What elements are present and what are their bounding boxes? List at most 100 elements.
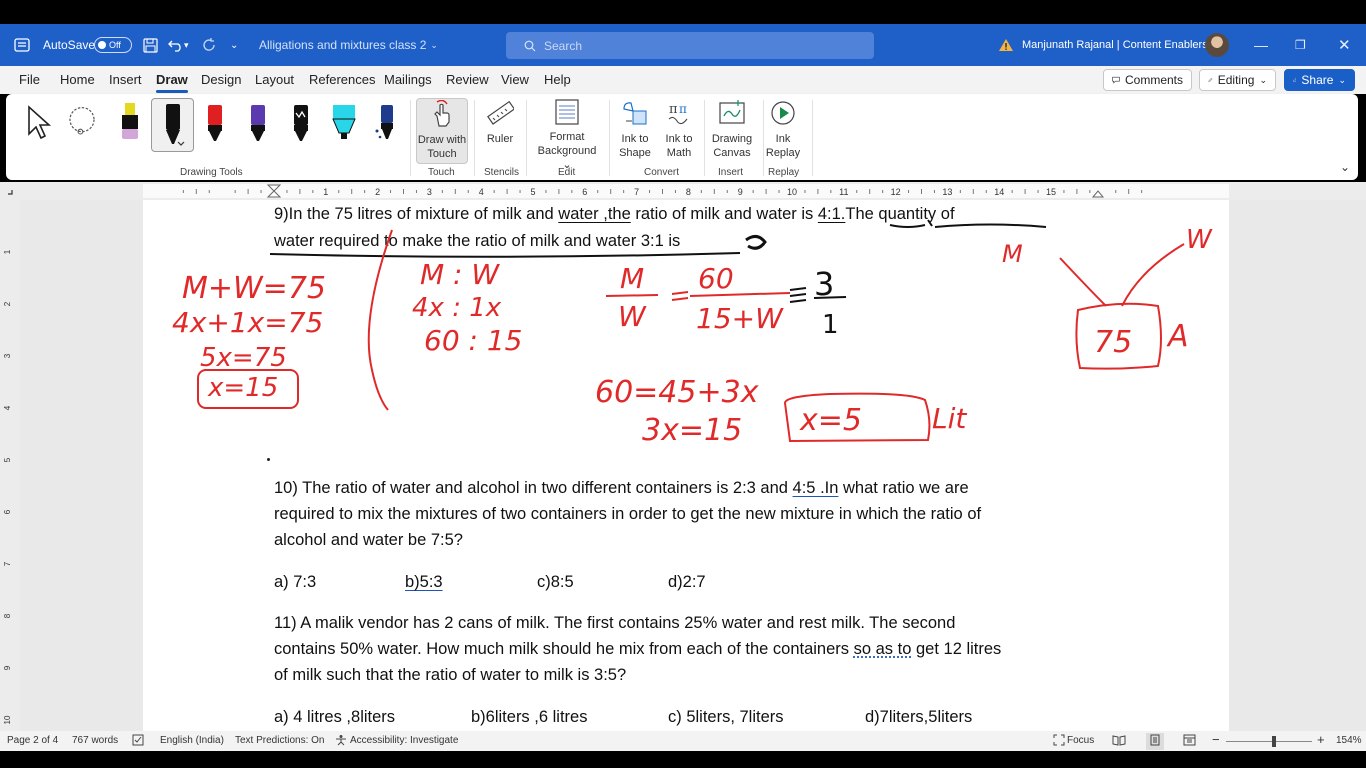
drawing-canvas-button[interactable]: Drawing Canvas bbox=[708, 98, 756, 164]
tab-mailings[interactable]: Mailings bbox=[384, 72, 432, 87]
minimize-icon[interactable]: — bbox=[1254, 24, 1268, 66]
focus-icon[interactable] bbox=[1053, 734, 1065, 749]
question-9-line-1[interactable]: 9)In the 75 litres of mixture of milk an… bbox=[274, 205, 955, 224]
ruler-button[interactable]: Ruler bbox=[480, 98, 520, 164]
autosave-state: Off bbox=[109, 40, 121, 50]
tab-design[interactable]: Design bbox=[201, 72, 241, 87]
undo-dropdown-icon[interactable]: ▾ bbox=[184, 24, 189, 66]
q9-text-c: ratio of milk and water is bbox=[630, 205, 818, 223]
tab-home[interactable]: Home bbox=[60, 72, 95, 87]
save-icon[interactable] bbox=[143, 24, 158, 66]
restore-icon[interactable]: ❐ bbox=[1295, 24, 1306, 66]
search-input[interactable]: Search bbox=[506, 32, 874, 59]
ink-to-shape-label-1: Ink to bbox=[621, 133, 649, 145]
ink-to-shape-button[interactable]: Ink to Shape bbox=[616, 98, 654, 164]
question-10-line-3[interactable]: alcohol and water be 7:5? bbox=[274, 531, 463, 550]
pen-black-galaxy-icon[interactable] bbox=[285, 100, 317, 144]
warning-icon[interactable] bbox=[998, 24, 1014, 66]
customize-toolbar-icon[interactable]: ⌄ bbox=[230, 24, 238, 66]
close-icon[interactable]: ✕ bbox=[1338, 24, 1351, 66]
page-count[interactable]: Page 2 of 4 bbox=[7, 735, 58, 746]
format-background-button[interactable]: Format Background ⌄ bbox=[532, 98, 602, 171]
text-predictions[interactable]: Text Predictions: On bbox=[235, 735, 324, 746]
share-button[interactable]: Share ⌄ bbox=[1284, 69, 1355, 91]
ink-to-math-icon: ππ bbox=[664, 98, 694, 128]
q11-option-c[interactable]: c) 5liters, 7liters bbox=[668, 708, 784, 727]
proofing-icon[interactable] bbox=[132, 734, 144, 749]
pen-black-selected-icon[interactable] bbox=[151, 98, 194, 152]
chevron-down-icon: ⌄ bbox=[430, 39, 438, 50]
format-background-text: Background bbox=[537, 145, 597, 157]
ruler-number: 12 bbox=[891, 187, 901, 197]
language[interactable]: English (India) bbox=[160, 735, 224, 746]
tab-layout[interactable]: Layout bbox=[255, 72, 294, 87]
pen-blue-sparkle-icon[interactable] bbox=[370, 100, 402, 144]
q10-option-a[interactable]: a) 7:3 bbox=[274, 573, 316, 592]
lasso-select-icon[interactable] bbox=[66, 100, 98, 144]
ruler-number: 9 bbox=[738, 187, 743, 197]
redo-icon[interactable] bbox=[201, 24, 217, 66]
ribbon-separator bbox=[474, 100, 475, 176]
q11-text-a: contains 50% water. How much milk should… bbox=[274, 640, 854, 658]
drawing-canvas-icon bbox=[717, 98, 747, 128]
editing-mode-button[interactable]: Editing ⌄ bbox=[1199, 69, 1276, 91]
document-title[interactable]: Alligations and mixtures class 2 ⌄ bbox=[259, 24, 438, 66]
select-tool-icon[interactable] bbox=[22, 100, 54, 144]
q11-option-d[interactable]: d)7liters,5liters bbox=[865, 708, 972, 727]
zoom-slider-thumb[interactable] bbox=[1272, 736, 1276, 747]
read-mode-icon[interactable] bbox=[1112, 734, 1126, 749]
document-area[interactable]: 1 2 3 4 5 6 7 8 9 10 9)In the 75 litres of mixtur… bbox=[0, 200, 1366, 731]
question-11-line-2[interactable]: contains 50% water. How much milk should… bbox=[274, 640, 1001, 659]
chevron-down-icon: ⌄ bbox=[1259, 74, 1267, 85]
tab-help[interactable]: Help bbox=[544, 72, 571, 87]
ruler-number: 10 bbox=[787, 187, 797, 197]
web-layout-icon[interactable] bbox=[1183, 734, 1196, 749]
comment-icon bbox=[1112, 76, 1120, 84]
focus-mode[interactable]: Focus bbox=[1067, 735, 1094, 746]
zoom-level[interactable]: 154% bbox=[1336, 735, 1362, 746]
q11-option-a[interactable]: a) 4 litres ,8liters bbox=[274, 708, 395, 727]
highlighter-yellow-icon[interactable] bbox=[114, 100, 146, 144]
q10-option-b[interactable]: b)5:3 bbox=[405, 573, 443, 592]
document-page[interactable]: 9)In the 75 litres of mixture of milk an… bbox=[143, 200, 1229, 731]
ink-to-math-button[interactable]: ππ Ink to Math bbox=[660, 98, 698, 164]
question-11-line-1[interactable]: 11) A malik vendor has 2 cans of milk. T… bbox=[274, 614, 955, 633]
accessibility-status[interactable]: Accessibility: Investigate bbox=[350, 735, 458, 746]
zoom-out-icon[interactable]: − bbox=[1212, 732, 1220, 747]
question-11-line-3[interactable]: of milk such that the ratio of water to … bbox=[274, 666, 626, 685]
word-count[interactable]: 767 words bbox=[72, 735, 118, 746]
pen-red-icon[interactable] bbox=[199, 100, 231, 144]
horizontal-ruler[interactable]: 1 2 3 4 5 6 7 8 9 10 11 12 13 14 15 bbox=[0, 182, 1366, 200]
question-9-line-2[interactable]: water required to make the ratio of milk… bbox=[274, 232, 680, 251]
autosave-toggle[interactable]: Off bbox=[94, 24, 132, 66]
highlighter-cyan-icon[interactable] bbox=[326, 100, 362, 144]
tab-file[interactable]: File bbox=[19, 72, 40, 87]
question-10-line-2[interactable]: required to mix the mixtures of two cont… bbox=[274, 505, 981, 524]
vertical-ruler-ticks: 1 2 3 4 5 6 7 8 9 10 bbox=[3, 249, 12, 724]
zoom-slider[interactable] bbox=[1226, 736, 1312, 747]
tab-draw[interactable]: Draw bbox=[156, 72, 188, 93]
user-name[interactable]: Manjunath Rajanal | Content Enablers bbox=[1022, 24, 1208, 66]
collapse-ribbon-icon[interactable]: ⌄ bbox=[1340, 160, 1350, 174]
ruler-number: 4 bbox=[479, 187, 484, 197]
print-layout-icon[interactable] bbox=[1146, 733, 1164, 750]
draw-with-touch-button[interactable]: Draw with Touch bbox=[416, 98, 468, 164]
tab-view[interactable]: View bbox=[501, 72, 529, 87]
ruler-label: Ruler bbox=[486, 133, 514, 145]
tab-insert[interactable]: Insert bbox=[109, 72, 142, 87]
ruler-number: 13 bbox=[942, 187, 952, 197]
zoom-in-icon[interactable]: + bbox=[1317, 732, 1325, 747]
tab-review[interactable]: Review bbox=[446, 72, 489, 87]
q11-option-b[interactable]: b)6liters ,6 litres bbox=[471, 708, 587, 727]
ink-replay-button[interactable]: Ink Replay bbox=[764, 98, 802, 164]
question-10-line-1[interactable]: 10) The ratio of water and alcohol in tw… bbox=[274, 479, 969, 498]
undo-icon[interactable] bbox=[168, 24, 184, 66]
accessibility-icon[interactable] bbox=[335, 734, 347, 749]
avatar[interactable] bbox=[1205, 24, 1229, 66]
comments-button[interactable]: Comments bbox=[1103, 69, 1192, 91]
pen-purple-icon[interactable] bbox=[242, 100, 274, 144]
q10-option-d[interactable]: d)2:7 bbox=[668, 573, 706, 592]
tab-references[interactable]: References bbox=[309, 72, 375, 87]
q10-option-c[interactable]: c)8:5 bbox=[537, 573, 574, 592]
word-app-icon[interactable] bbox=[14, 24, 30, 66]
